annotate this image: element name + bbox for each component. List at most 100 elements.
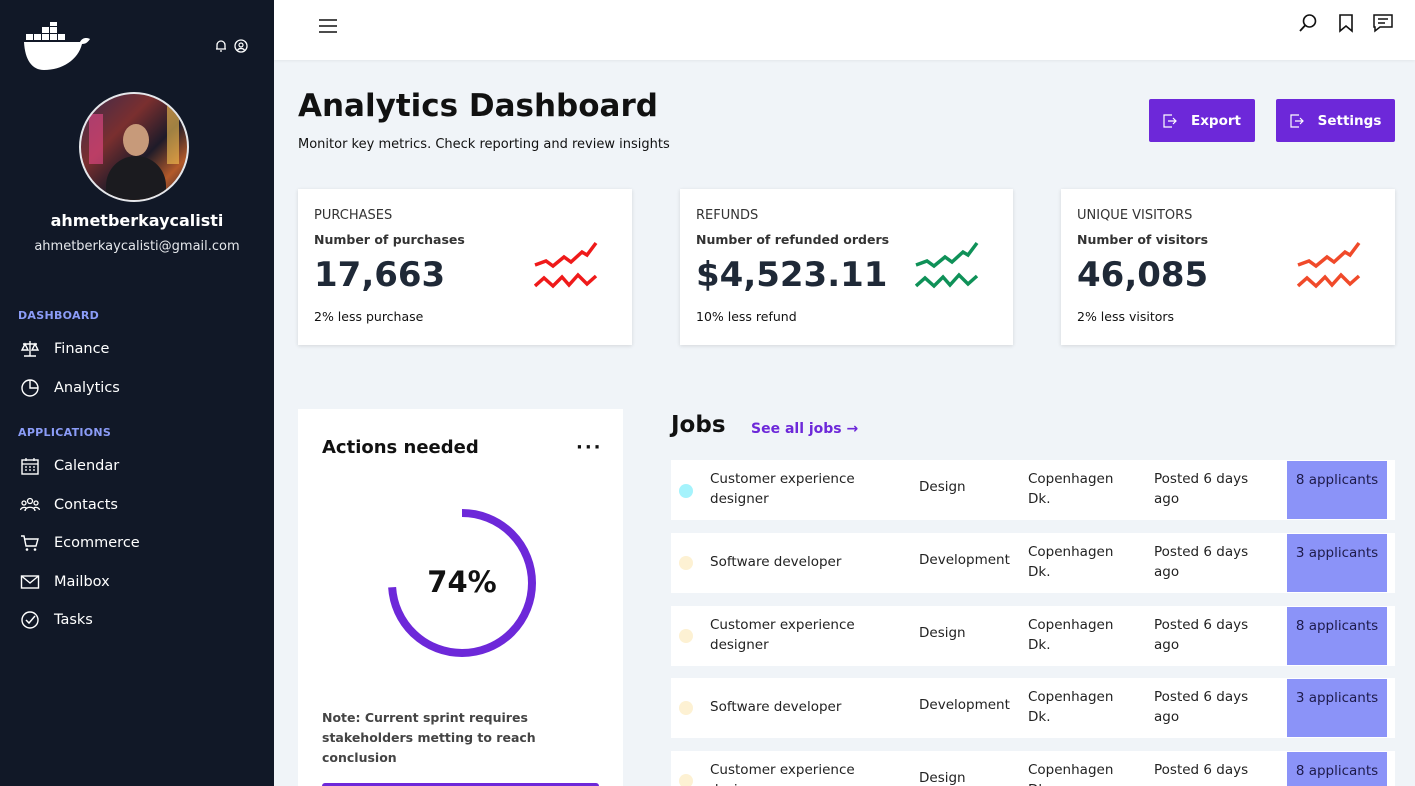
stat-label: REFUNDS xyxy=(696,208,759,223)
applicants-badge[interactable]: 8 applicants xyxy=(1287,607,1387,665)
table-row[interactable]: Software developer Development Copenhage… xyxy=(671,533,1395,593)
job-title: Customer experience designer xyxy=(710,762,855,786)
sidebar-item-label: Finance xyxy=(54,341,110,357)
job-posted: Posted 6 days ago xyxy=(1154,471,1249,507)
applicants-badge[interactable]: 8 applicants xyxy=(1287,461,1387,519)
stat-card-visitors: UNIQUE VISITORS Number of visitors 46,08… xyxy=(1061,189,1395,345)
trend-icon xyxy=(915,241,979,289)
status-dot xyxy=(679,774,693,786)
status-dot xyxy=(679,556,693,570)
sidebar-item-ecommerce[interactable]: Ecommerce xyxy=(20,532,140,554)
sidebar-item-label: Tasks xyxy=(54,612,93,628)
stat-label: UNIQUE VISITORS xyxy=(1077,208,1193,223)
profile-email: ahmetberkaycalisti@gmail.com xyxy=(34,239,240,254)
sidebar-item-label: Mailbox xyxy=(54,574,110,590)
sidebar-item-tasks[interactable]: Tasks xyxy=(20,609,93,631)
sidebar-item-analytics[interactable]: Analytics xyxy=(20,377,120,399)
job-title: Software developer xyxy=(710,699,842,715)
sidebar-item-finance[interactable]: Finance xyxy=(20,338,109,360)
sidebar-item-mailbox[interactable]: Mailbox xyxy=(20,571,110,593)
actions-note: Note: Current sprint requires stakeholde… xyxy=(322,710,536,765)
sidebar-item-label: Analytics xyxy=(54,380,120,396)
table-row[interactable]: Software developer Development Copenhage… xyxy=(671,678,1395,738)
page-subtitle: Monitor key metrics. Check reporting and… xyxy=(298,137,670,152)
stat-note: 2% less purchase xyxy=(314,309,424,324)
stat-sublabel: Number of visitors xyxy=(1077,232,1209,247)
cart-icon xyxy=(21,535,39,551)
bookmark-icon[interactable] xyxy=(1335,12,1357,34)
job-location: Copenhagen Dk. xyxy=(1028,471,1114,507)
job-category: Design xyxy=(919,770,966,786)
progress-percent: 74% xyxy=(427,565,497,599)
job-title: Customer experience designer xyxy=(710,471,855,507)
settings-label: Settings xyxy=(1317,112,1382,129)
users-icon xyxy=(20,497,40,512)
bell-icon[interactable] xyxy=(214,38,228,52)
section-label-applications: APPLICATIONS xyxy=(18,426,112,439)
job-posted: Posted 6 days ago xyxy=(1154,689,1249,725)
job-posted: Posted 6 days ago xyxy=(1154,544,1249,580)
sidebar-item-label: Contacts xyxy=(54,497,118,513)
topbar xyxy=(274,0,1415,60)
applicants-badge[interactable]: 3 applicants xyxy=(1287,534,1387,592)
stat-sublabel: Number of refunded orders xyxy=(696,232,890,247)
job-title: Software developer xyxy=(710,554,842,570)
stat-label: PURCHASES xyxy=(314,208,393,223)
job-location: Copenhagen Dk. xyxy=(1028,617,1114,653)
jobs-title: Jobs xyxy=(671,412,726,438)
stat-note: 10% less refund xyxy=(696,309,797,324)
job-category: Design xyxy=(919,625,966,641)
job-location: Copenhagen Dk. xyxy=(1028,762,1114,786)
export-label: Export xyxy=(1191,112,1241,129)
actions-title: Actions needed xyxy=(322,437,479,458)
chat-icon[interactable] xyxy=(1372,12,1394,34)
job-title: Customer experience designer xyxy=(710,617,855,653)
avatar[interactable] xyxy=(79,92,189,202)
docker-logo-icon[interactable] xyxy=(24,22,94,70)
table-row[interactable]: Customer experience designer Design Cope… xyxy=(671,460,1395,520)
status-dot xyxy=(679,484,693,498)
job-category: Design xyxy=(919,479,966,495)
applicants-badge[interactable]: 8 applicants xyxy=(1287,752,1387,786)
actions-needed-card: Actions needed ··· 74% Note: Current spr… xyxy=(298,409,623,786)
page-title: Analytics Dashboard xyxy=(298,88,658,124)
stat-card-purchases: PURCHASES Number of purchases 17,663 2% … xyxy=(298,189,632,345)
sidebar-item-label: Ecommerce xyxy=(54,535,140,551)
export-icon xyxy=(1163,113,1177,128)
job-category: Development xyxy=(919,697,1010,713)
status-dot xyxy=(679,701,693,715)
sidebar-item-contacts[interactable]: Contacts xyxy=(20,494,118,516)
sidebar: ahmetberkaycalisti ahmetberkaycalisti@gm… xyxy=(0,0,274,786)
user-circle-icon[interactable] xyxy=(234,38,248,53)
more-options-icon[interactable]: ··· xyxy=(576,437,603,458)
stat-note: 2% less visitors xyxy=(1077,309,1175,324)
export-button[interactable]: Export xyxy=(1149,99,1255,142)
pie-chart-icon xyxy=(21,379,39,397)
sidebar-item-label: Calendar xyxy=(54,458,120,474)
table-row[interactable]: Customer experience designer Design Cope… xyxy=(671,751,1395,786)
settings-export-icon xyxy=(1290,113,1304,128)
applicants-badge[interactable]: 3 applicants xyxy=(1287,679,1387,737)
stat-value: $4,523.11 xyxy=(696,255,888,295)
stat-value: 17,663 xyxy=(314,255,446,295)
trend-icon xyxy=(1297,241,1361,289)
job-location: Copenhagen Dk. xyxy=(1028,689,1114,725)
job-category: Development xyxy=(919,552,1010,568)
settings-button[interactable]: Settings xyxy=(1276,99,1395,142)
section-label-dashboard: DASHBOARD xyxy=(18,309,100,322)
scale-icon xyxy=(20,341,40,357)
check-circle-icon xyxy=(21,611,39,629)
job-posted: Posted 6 days ago xyxy=(1154,617,1249,653)
profile-username: ahmetberkaycalisti xyxy=(50,211,224,230)
search-icon[interactable] xyxy=(1297,12,1319,34)
status-dot xyxy=(679,629,693,643)
mail-icon xyxy=(20,575,40,589)
stat-card-refunds: REFUNDS Number of refunded orders $4,523… xyxy=(680,189,1013,345)
hamburger-menu-icon[interactable] xyxy=(318,16,338,36)
sidebar-item-calendar[interactable]: Calendar xyxy=(20,455,119,477)
table-row[interactable]: Customer experience designer Design Cope… xyxy=(671,606,1395,666)
job-location: Copenhagen Dk. xyxy=(1028,544,1114,580)
calendar-icon xyxy=(21,458,39,475)
job-posted: Posted 6 days ago xyxy=(1154,762,1249,786)
see-all-jobs-link[interactable]: See all jobs → xyxy=(751,421,858,437)
